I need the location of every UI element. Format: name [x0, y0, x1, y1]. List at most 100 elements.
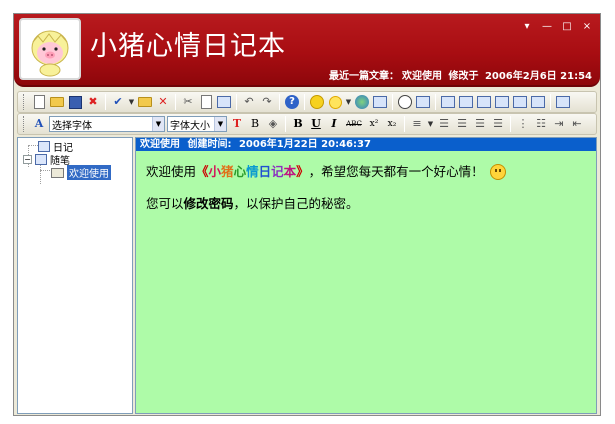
delete-doc-button[interactable]: ✖: [85, 94, 101, 110]
latest-label: 最近一篇文章：: [328, 71, 399, 82]
text-color-button[interactable]: T: [229, 116, 245, 132]
search-button[interactable]: [530, 94, 546, 110]
delete-button[interactable]: ✕: [155, 94, 171, 110]
chart-button[interactable]: [512, 94, 528, 110]
align-center-button[interactable]: ☰: [454, 116, 470, 132]
pig-logo: [19, 18, 81, 80]
list-style-button[interactable]: ≡: [409, 116, 425, 132]
close-quote: 》: [296, 164, 309, 179]
line2-before: 您可以: [146, 196, 184, 211]
open-quote: 《: [196, 164, 209, 179]
copy-button[interactable]: [198, 94, 214, 110]
font-icon: A: [34, 117, 44, 130]
password-line: 您可以修改密码，以保护自己的秘密。: [146, 195, 586, 213]
app-window: 小猪心情日记本 ▾ — □ × 最近一篇文章： 欢迎使用 修改于 2006年2月6…: [13, 13, 601, 416]
spell-dropdown[interactable]: ▼: [128, 94, 135, 110]
bold-button[interactable]: B: [290, 116, 306, 132]
font-select[interactable]: 选择字体 ▼: [49, 116, 165, 132]
highlight-button[interactable]: B: [247, 116, 263, 132]
line2-after: ，以保护自己的秘密。: [233, 196, 359, 211]
export-icon: [477, 96, 491, 108]
created-label: 创建时间:: [187, 139, 232, 150]
justify-button[interactable]: ☰: [490, 116, 506, 132]
save-button[interactable]: [67, 94, 83, 110]
toolbar-separator: [404, 116, 405, 132]
align-right-button[interactable]: ☰: [472, 116, 488, 132]
web-button[interactable]: [354, 94, 370, 110]
toolbar-grip[interactable]: [23, 94, 26, 110]
align-left-button[interactable]: ☰: [436, 116, 452, 132]
settings-button[interactable]: [555, 94, 571, 110]
italic-button[interactable]: I: [326, 116, 342, 132]
underline-button[interactable]: U: [308, 116, 324, 132]
app-name-char: 心: [233, 164, 247, 179]
bg-color-button[interactable]: ◈: [265, 116, 281, 132]
chart-icon: [513, 96, 527, 108]
minimize-icon[interactable]: —: [542, 22, 552, 32]
help-icon: ?: [285, 95, 299, 109]
new-doc-button[interactable]: [31, 94, 47, 110]
draw-button[interactable]: [440, 94, 456, 110]
save-icon: [68, 95, 82, 109]
paint-bucket-icon: ◈: [268, 117, 278, 130]
line-button[interactable]: [415, 94, 431, 110]
size-select[interactable]: 字体大小 ▼: [167, 116, 227, 132]
globe-icon: [355, 95, 369, 109]
weather-dropdown[interactable]: ▼: [345, 94, 352, 110]
entry-header: 欢迎使用 创建时间: 2006年1月22日 20:46:37: [136, 138, 596, 151]
subscript-button[interactable]: x₂: [384, 116, 400, 132]
weather-icon: [328, 95, 342, 109]
bullet-list-button[interactable]: ☷: [533, 116, 549, 132]
paste-button[interactable]: [216, 94, 232, 110]
editor-pane[interactable]: 欢迎使用 创建时间: 2006年1月22日 20:46:37 欢迎使用 《 小猪…: [135, 137, 597, 414]
clock-icon: [398, 95, 412, 109]
chevron-down-icon[interactable]: ▼: [152, 117, 164, 131]
strikethrough-button[interactable]: ABC: [344, 116, 364, 132]
list-style-dropdown[interactable]: ▼: [427, 116, 434, 132]
editor-body[interactable]: 欢迎使用 《 小猪心情日记本 》 ，希望您每天都有一个好心情！ 您可以修改密码，…: [136, 151, 596, 225]
toolbar-separator: [392, 94, 393, 110]
numbered-list-button[interactable]: ⋮: [515, 116, 531, 132]
weather-button[interactable]: [327, 94, 343, 110]
time-button[interactable]: [397, 94, 413, 110]
search-icon: [531, 96, 545, 108]
toolbar-separator: [236, 94, 237, 110]
export-button[interactable]: [476, 94, 492, 110]
created-time: 2006年1月22日 20:46:37: [238, 139, 371, 150]
toolbar-separator: [510, 116, 511, 132]
spell-button[interactable]: ✔: [110, 94, 126, 110]
cut-button[interactable]: ✂: [180, 94, 196, 110]
maximize-icon[interactable]: □: [562, 22, 572, 32]
redo-icon: ↷: [262, 95, 272, 108]
mood-button[interactable]: [309, 94, 325, 110]
toolbar-separator: [105, 94, 106, 110]
change-password-link[interactable]: 修改密码: [184, 196, 234, 211]
toolbar-grip[interactable]: [23, 116, 26, 132]
close-icon[interactable]: ×: [582, 22, 592, 32]
indent-button[interactable]: ⇥: [551, 116, 567, 132]
app-name-char: 情: [246, 164, 259, 179]
superscript-button[interactable]: x²: [366, 116, 382, 132]
table-icon: [495, 96, 509, 108]
open-button[interactable]: [49, 94, 65, 110]
chevron-down-icon[interactable]: ▼: [214, 117, 226, 131]
cut-icon: ✂: [183, 95, 193, 108]
help-button[interactable]: ?: [284, 94, 300, 110]
menu-icon[interactable]: ▾: [522, 22, 532, 32]
outdent-button[interactable]: ⇤: [569, 116, 585, 132]
table-button[interactable]: [494, 94, 510, 110]
align-left-icon: ☰: [439, 117, 449, 130]
window-icon: [373, 96, 387, 108]
undo-icon: ↶: [244, 95, 254, 108]
new-doc-icon: [33, 95, 45, 109]
latest-title-link[interactable]: 欢迎使用: [402, 71, 442, 82]
collapse-icon[interactable]: −: [23, 155, 32, 164]
image-button[interactable]: [458, 94, 474, 110]
undo-button[interactable]: ↶: [241, 94, 257, 110]
open-folder-button[interactable]: [137, 94, 153, 110]
redo-button[interactable]: ↷: [259, 94, 275, 110]
draw-icon: [441, 96, 455, 108]
rainbow-app-name: 小猪心情日记本: [209, 163, 297, 181]
window-button[interactable]: [372, 94, 388, 110]
tree-node-welcome[interactable]: 欢迎使用: [51, 165, 111, 180]
